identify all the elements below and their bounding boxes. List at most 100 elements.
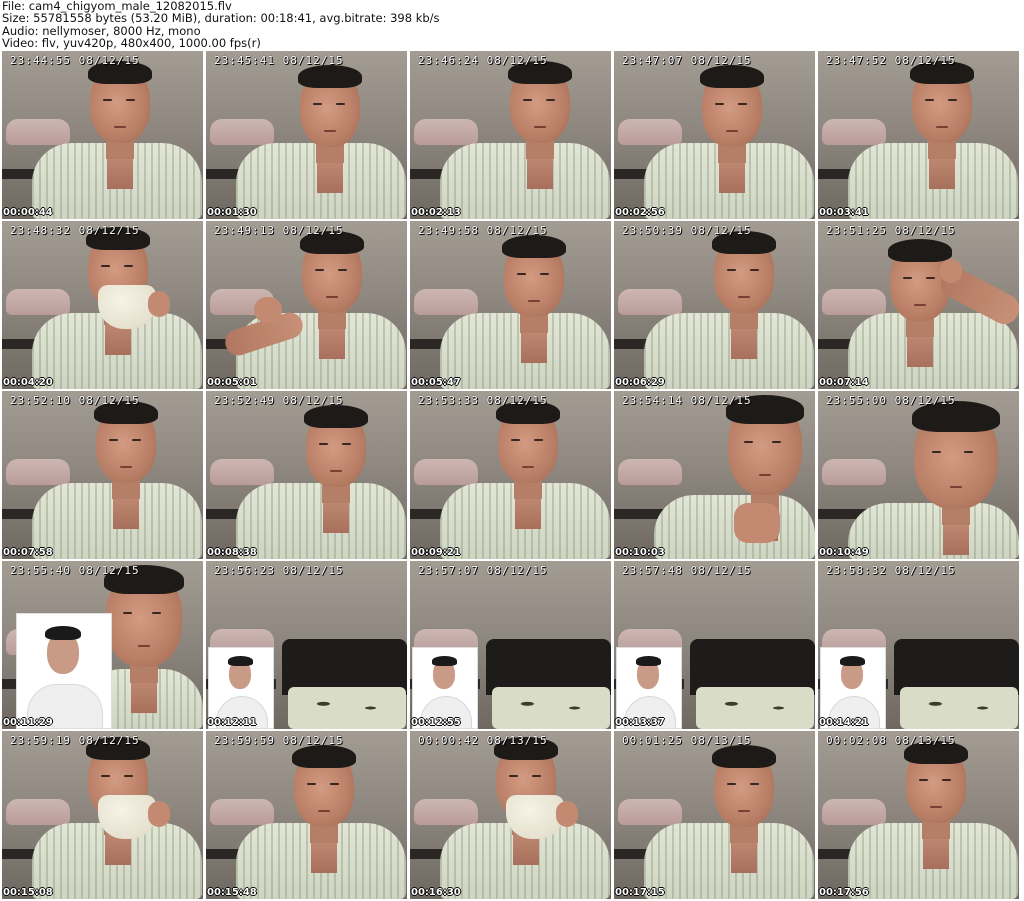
timestamp-overlay: 23:55:00 08/12/15 [826,394,956,407]
bed-pillow [414,289,478,315]
frame-time-label: 00:17:15 [615,887,665,898]
video-thumbnail[interactable]: 23:58:32 08/12/15 00:14:21 [818,561,1019,729]
timestamp-overlay: 23:44:55 08/12/15 [10,54,140,67]
frame-time-label: 00:05:01 [207,377,257,388]
video-thumbnail[interactable]: 23:49:58 08/12/15 00:05:47 [410,221,611,389]
video-thumbnail[interactable]: 00:01:25 08/13/15 00:17:15 [614,731,815,899]
timestamp-overlay: 23:55:40 08/12/15 [10,564,140,577]
portrait-photo [16,613,112,729]
timestamp-overlay: 00:00:42 08/13/15 [418,734,548,747]
portrait-hair [840,656,865,666]
hair [502,235,566,259]
frame-time-label: 00:14:21 [819,717,869,728]
patterned-pillow [288,687,406,729]
timestamp-overlay: 23:51:25 08/12/15 [826,224,956,237]
video-thumbnail[interactable]: 23:48:32 08/12/15 00:04:20 [2,221,203,389]
bed-pillow [6,799,70,825]
fist [254,297,282,323]
eye [511,439,521,442]
timestamp-overlay: 23:54:14 08/12/15 [622,394,752,407]
mouth [324,129,336,132]
timestamp-overlay: 00:02:08 08/13/15 [826,734,956,747]
timestamp-overlay: 23:57:48 08/12/15 [622,564,752,577]
video-thumbnail[interactable]: 23:55:40 08/12/15 00:11:29 [2,561,203,729]
eye [315,269,325,272]
timestamp-overlay: 00:01:25 08/13/15 [622,734,752,747]
video-thumbnail[interactable]: 23:54:14 08/12/15 00:10:03 [614,391,815,559]
eye [964,450,974,453]
bed-pillow [618,119,682,145]
timestamp-overlay: 23:47:07 08/12/15 [622,54,752,67]
eye [925,99,935,102]
eye [948,99,957,102]
hair [304,405,368,429]
timestamp-overlay: 23:58:32 08/12/15 [826,564,956,577]
hand [148,801,170,827]
hair [292,745,356,769]
frame-time-label: 00:12:55 [411,717,461,728]
video-thumbnail[interactable]: 00:02:08 08/13/15 00:17:56 [818,731,1019,899]
eye [919,779,929,782]
eye [509,775,519,778]
frame-time-label: 00:01:30 [207,207,257,218]
video-thumbnail[interactable]: 23:52:49 08/12/15 00:08:38 [206,391,407,559]
video-thumbnail[interactable]: 23:49:13 08/12/15 00:05:01 [206,221,407,389]
frame-time-label: 00:12:11 [207,717,257,728]
mouth [330,469,342,472]
video-thumbnail[interactable]: 23:47:52 08/12/15 00:03:41 [818,51,1019,219]
video-thumbnail[interactable]: 23:56:23 08/12/15 00:12:11 [206,561,407,729]
frame-time-label: 00:00:44 [3,207,53,218]
video-thumbnail[interactable]: 23:46:24 08/12/15 00:02:13 [410,51,611,219]
video-thumbnail[interactable]: 23:47:07 08/12/15 00:02:56 [614,51,815,219]
mouth [738,295,750,298]
eye [926,277,935,280]
bed-pillow [822,459,886,485]
bed-pillow [618,289,682,315]
mouth [930,805,942,808]
eye [132,439,141,442]
video-thumbnail[interactable]: 23:51:25 08/12/15 00:07:14 [818,221,1019,389]
video-thumbnail[interactable]: 23:52:10 08/12/15 00:07:58 [2,391,203,559]
eye [750,269,759,272]
bed-pillow [414,119,478,145]
timestamp-overlay: 23:46:24 08/12/15 [418,54,548,67]
eye [101,775,111,778]
timestamp-overlay: 23:45:41 08/12/15 [214,54,344,67]
video-thumbnail[interactable]: 00:00:42 08/13/15 00:16:30 [410,731,611,899]
frame-time-label: 00:07:14 [819,377,869,388]
video-thumbnail[interactable]: 23:59:19 08/12/15 00:15:08 [2,731,203,899]
bed-pillow [6,459,70,485]
frame-time-label: 00:13:37 [615,717,665,728]
timestamp-overlay: 23:57:07 08/12/15 [418,564,548,577]
portrait-hair [228,656,253,666]
thumbnail-grid: 23:44:55 08/12/15 00:00:44 23:45:41 08/12/… [2,51,1022,901]
video-thumbnail[interactable]: 23:53:33 08/12/15 00:09:21 [410,391,611,559]
patterned-pillow [492,687,610,729]
mouth [936,125,948,128]
eye [932,450,942,453]
frame-time-label: 00:02:13 [411,207,461,218]
video-thumbnail[interactable]: 23:57:48 08/12/15 00:13:37 [614,561,815,729]
eye [101,265,111,268]
eye [103,99,113,102]
video-thumbnail[interactable]: 23:57:07 08/12/15 00:12:55 [410,561,611,729]
video-thumbnail[interactable]: 23:45:41 08/12/15 00:01:30 [206,51,407,219]
file-size-line: Size: 55781558 bytes (53.20 MiB), durati… [2,11,440,26]
eye [517,273,527,276]
eye [727,783,737,786]
bed-pillow [6,119,70,145]
timestamp-overlay: 23:53:33 08/12/15 [418,394,548,407]
eye [313,103,323,106]
eye [109,439,119,442]
mouth [534,125,546,128]
video-thumbnail[interactable]: 23:50:39 08/12/15 00:06:29 [614,221,815,389]
video-thumbnail[interactable]: 23:59:59 08/12/15 00:15:48 [206,731,407,899]
portrait-hair [45,626,81,640]
video-thumbnail[interactable]: 23:44:55 08/12/15 00:00:44 [2,51,203,219]
hand [940,259,962,283]
shirt [644,313,814,389]
timestamp-overlay: 23:48:32 08/12/15 [10,224,140,237]
video-thumbnail[interactable]: 23:55:00 08/12/15 00:10:49 [818,391,1019,559]
shirt [848,503,1019,559]
frame-time-label: 00:10:49 [819,547,869,558]
